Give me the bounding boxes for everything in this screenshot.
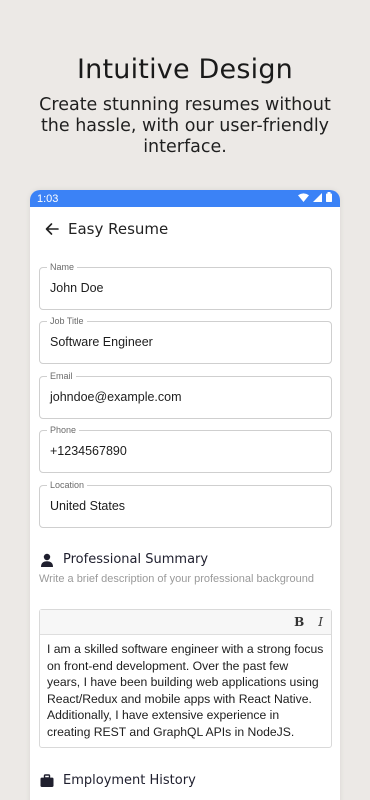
app-bar: Easy Resume <box>30 207 340 250</box>
email-field[interactable]: Email johndoe@example.com <box>39 371 332 419</box>
signal-icon <box>313 192 322 205</box>
section-title: Employment History <box>63 773 196 788</box>
employment-history-header: Employment History <box>40 773 196 788</box>
bold-button[interactable]: B <box>294 615 304 629</box>
editor-toolbar: B I <box>40 610 331 635</box>
professional-summary-header: Professional Summary <box>40 552 208 567</box>
field-label: Email <box>47 371 76 381</box>
wifi-icon <box>298 192 309 205</box>
summary-text[interactable]: I am a skilled software engineer with a … <box>40 635 331 746</box>
field-value: +1234567890 <box>50 444 127 458</box>
person-icon <box>40 553 54 567</box>
app-title: Easy Resume <box>68 219 169 238</box>
name-field[interactable]: Name John Doe <box>39 262 332 310</box>
field-value: Software Engineer <box>50 335 153 349</box>
promo-title: Intuitive Design <box>77 54 293 85</box>
briefcase-icon <box>40 773 54 788</box>
section-title: Professional Summary <box>63 552 209 567</box>
status-bar: 1:03 <box>30 190 340 207</box>
location-field[interactable]: Location United States <box>39 480 332 528</box>
summary-editor[interactable]: B I I am a skilled software engineer wit… <box>39 609 332 748</box>
field-value: johndoe@example.com <box>50 390 182 404</box>
field-label: Location <box>47 480 88 490</box>
section-description: Write a brief description of your profes… <box>39 573 314 585</box>
field-label: Phone <box>47 425 80 435</box>
field-value: United States <box>50 499 126 513</box>
field-label: Name <box>47 262 78 272</box>
job-title-field[interactable]: Job Title Software Engineer <box>39 316 332 364</box>
promo-subtitle: Create stunning resumes without the hass… <box>39 95 331 157</box>
italic-button[interactable]: I <box>318 615 323 629</box>
field-label: Job Title <box>47 316 87 326</box>
back-arrow-icon[interactable] <box>44 221 60 237</box>
status-time: 1:03 <box>37 192 59 205</box>
phone-screen: 1:03 Easy Resume Name John Doe Job Title… <box>30 190 340 800</box>
field-value: John Doe <box>50 281 104 295</box>
phone-field[interactable]: Phone +1234567890 <box>39 425 332 473</box>
battery-icon <box>326 192 332 205</box>
status-icons <box>298 192 332 205</box>
